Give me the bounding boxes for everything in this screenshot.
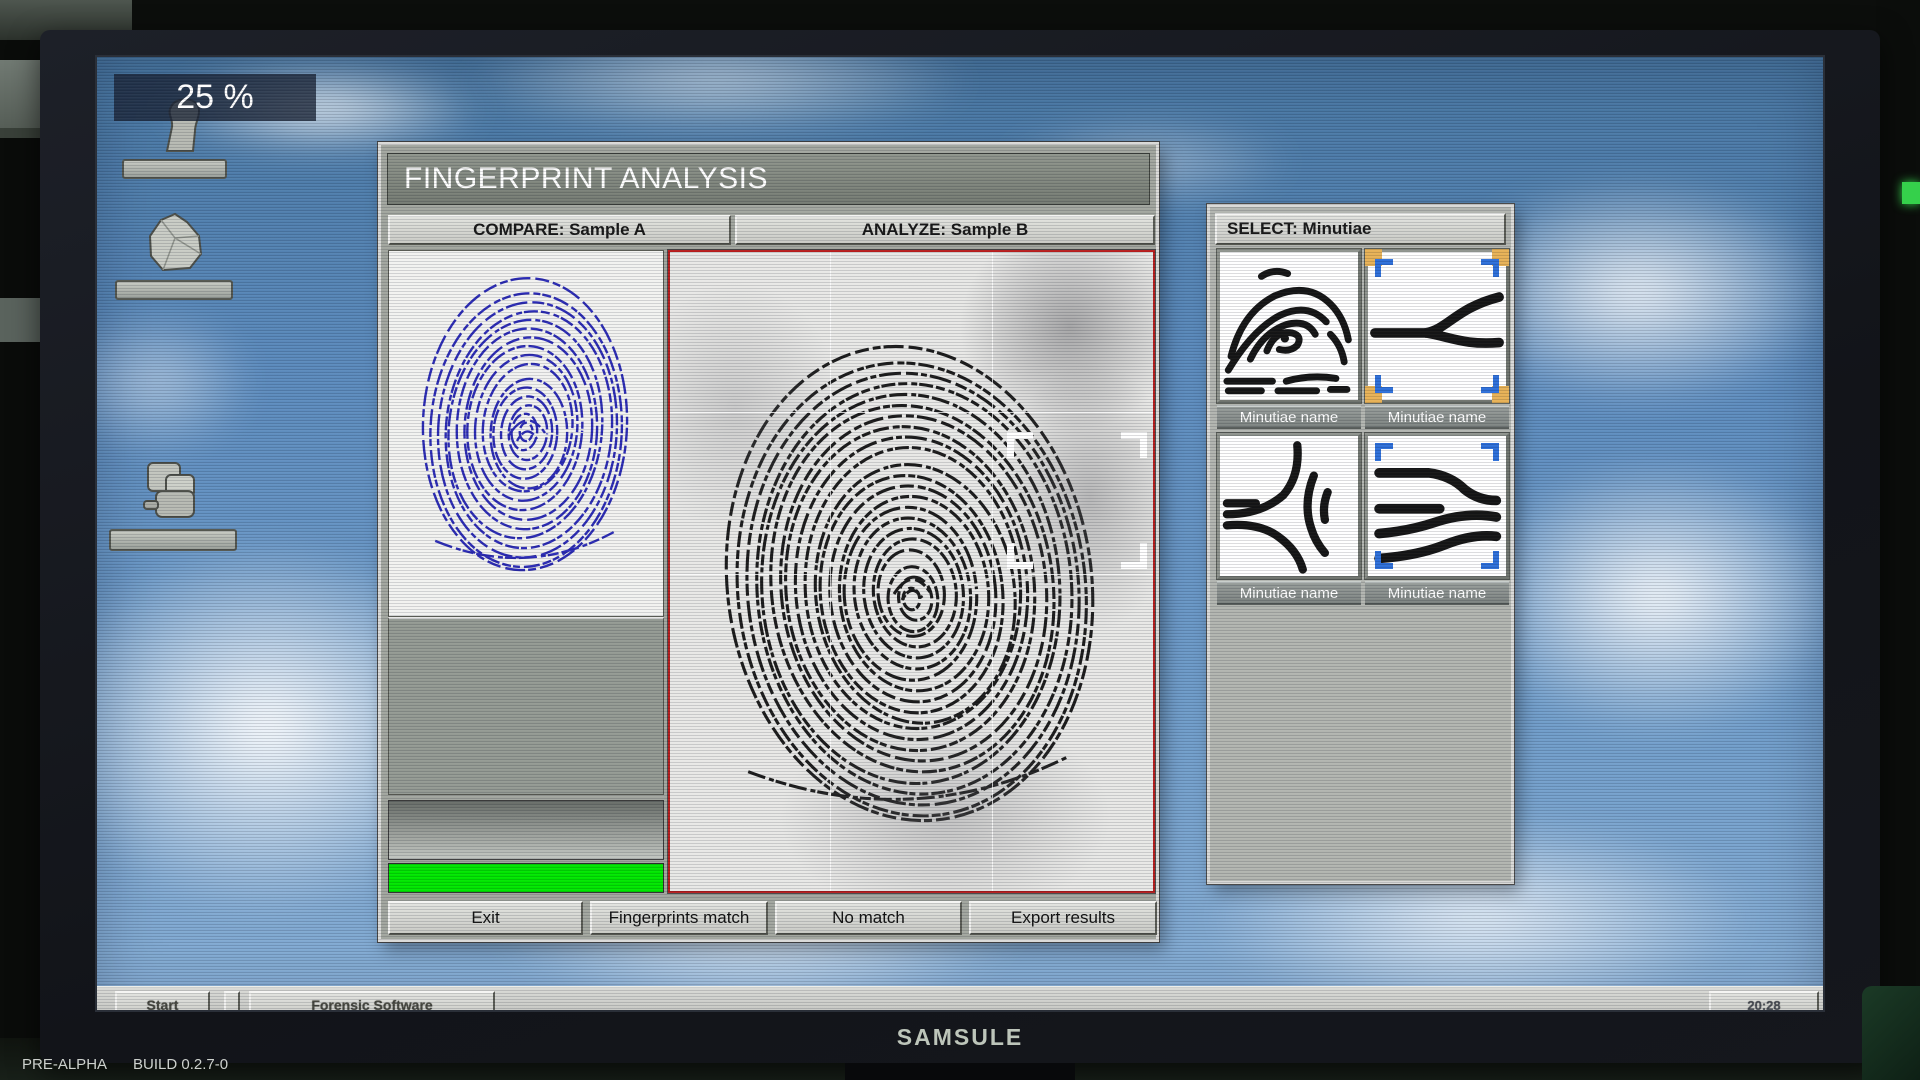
minutiae-label: Minutiae name <box>1365 581 1509 605</box>
selection-bracket-icon <box>1481 259 1499 277</box>
selection-bracket-icon <box>1481 443 1499 461</box>
monitor-brand: SAMSULE <box>40 1024 1880 1051</box>
selection-bracket-icon <box>1375 375 1393 393</box>
sample-b-print[interactable] <box>668 250 1155 893</box>
desktop-icon-paper-ball[interactable] <box>115 212 235 304</box>
loop-minutiae-icon <box>1220 252 1358 400</box>
grid-line <box>992 252 993 891</box>
selection-bracket-icon <box>1375 551 1393 569</box>
grid-line <box>670 412 1153 413</box>
minutiae-select-panel: SELECT: Minutiae <box>1207 204 1514 884</box>
sample-a-print <box>388 250 664 617</box>
taskbar-clock: 20:28 <box>1709 991 1819 1012</box>
room-right-wall <box>1876 0 1920 1080</box>
match-progress-badge: 25 % <box>114 74 316 121</box>
export-results-button[interactable]: Export results <box>969 901 1157 935</box>
exit-button[interactable]: Exit <box>388 901 583 935</box>
fingerprints-match-button[interactable]: Fingerprints match <box>590 901 768 935</box>
room-left-wall <box>0 0 42 1080</box>
desktop-icon-printer-stack[interactable] <box>109 459 239 555</box>
minutiae-thumb-bifurcation[interactable] <box>1365 249 1509 403</box>
selection-bracket-icon <box>1481 551 1499 569</box>
compare-header: COMPARE: Sample A <box>388 215 731 245</box>
bracket-corner-icon <box>1121 543 1147 569</box>
window-title-bar[interactable]: FINGERPRINT ANALYSIS <box>387 153 1150 205</box>
selection-brackets[interactable] <box>1007 432 1147 569</box>
no-match-button[interactable]: No match <box>775 901 962 935</box>
analyze-header: ANALYZE: Sample B <box>735 215 1155 245</box>
fingerprint-b-image <box>670 252 1153 891</box>
minutiae-thumb-trifurcation[interactable] <box>1365 433 1509 579</box>
monitor-stand <box>845 1063 1075 1080</box>
minutiae-label: Minutiae name <box>1217 405 1361 429</box>
progress-track <box>388 800 664 860</box>
monitor-bezel: 25 % <box>40 30 1880 1063</box>
screen: 25 % <box>95 55 1825 1012</box>
power-led <box>1902 182 1920 204</box>
taskbar: Start Forensic Software 20:28 <box>97 986 1825 1012</box>
taskbar-separator <box>224 991 240 1012</box>
scene: 25 % <box>0 0 1920 1080</box>
fingerprint-a-image <box>389 251 663 616</box>
minutiae-panel-header: SELECT: Minutiae <box>1215 213 1506 245</box>
selection-bracket-icon <box>1481 375 1499 393</box>
minutiae-thumb-loop[interactable] <box>1217 249 1361 403</box>
grid-line <box>830 252 831 891</box>
bracket-corner-icon <box>1007 432 1033 458</box>
taskbar-task-forensic-software[interactable]: Forensic Software <box>249 991 495 1012</box>
minutiae-label: Minutiae name <box>1217 581 1361 605</box>
start-button[interactable]: Start <box>115 991 210 1012</box>
match-progress-bar <box>388 863 664 893</box>
paper-ball-icon <box>145 212 207 276</box>
minutiae-thumb-delta[interactable] <box>1217 433 1361 579</box>
minutiae-label: Minutiae name <box>1365 405 1509 429</box>
build-stage: PRE-ALPHA <box>22 1056 107 1073</box>
sample-a-info-panel <box>388 617 664 795</box>
plant-decoration <box>1862 986 1920 1080</box>
icon-label-bar <box>109 529 237 551</box>
grid-line <box>670 574 1153 575</box>
delta-minutiae-icon <box>1220 436 1358 576</box>
selection-bracket-icon <box>1375 259 1393 277</box>
fingerprint-analysis-window: FINGERPRINT ANALYSIS COMPARE: Sample A A… <box>378 142 1159 942</box>
window-title: FINGERPRINT ANALYSIS <box>404 162 768 196</box>
build-version: BUILD 0.2.7-0 <box>133 1056 228 1073</box>
icon-label-bar <box>122 159 227 179</box>
icon-label-bar <box>115 280 233 300</box>
bracket-corner-icon <box>1121 432 1147 458</box>
bracket-corner-icon <box>1007 543 1033 569</box>
printer-stack-icon <box>142 459 208 525</box>
build-version-tag: PRE-ALPHA BUILD 0.2.7-0 <box>22 1056 254 1073</box>
selection-bracket-icon <box>1375 443 1393 461</box>
